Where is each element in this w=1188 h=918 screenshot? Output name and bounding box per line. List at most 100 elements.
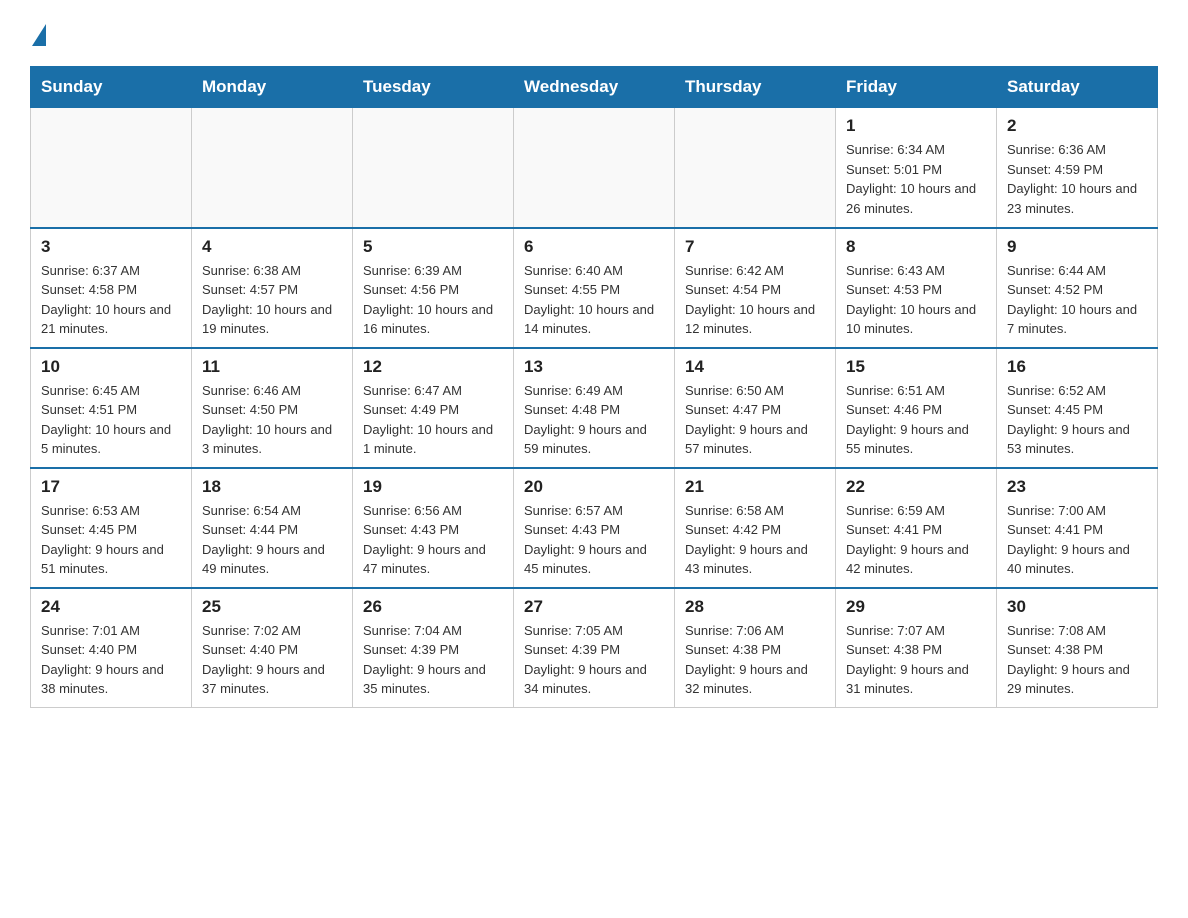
day-number: 15	[846, 357, 986, 377]
day-number: 7	[685, 237, 825, 257]
day-number: 22	[846, 477, 986, 497]
calendar-cell: 23 Sunrise: 7:00 AM Sunset: 4:41 PM Dayli…	[997, 468, 1158, 588]
day-info: Sunrise: 6:53 AM Sunset: 4:45 PM Dayligh…	[41, 501, 181, 579]
day-number: 18	[202, 477, 342, 497]
day-number: 12	[363, 357, 503, 377]
day-number: 11	[202, 357, 342, 377]
calendar-cell: 4 Sunrise: 6:38 AM Sunset: 4:57 PM Daylig…	[192, 228, 353, 348]
logo	[30, 20, 46, 46]
day-info: Sunrise: 6:34 AM Sunset: 5:01 PM Dayligh…	[846, 140, 986, 218]
day-number: 19	[363, 477, 503, 497]
day-number: 29	[846, 597, 986, 617]
calendar-cell: 5Sunrise: 6:39 AM Sunset: 4:56 PM Daylig…	[353, 228, 514, 348]
day-info: Sunrise: 6:46 AM Sunset: 4:50 PM Dayligh…	[202, 381, 342, 459]
calendar-cell	[514, 108, 675, 228]
day-number: 13	[524, 357, 664, 377]
calendar-cell: 30Sunrise: 7:08 AM Sunset: 4:38 PM Dayli…	[997, 588, 1158, 708]
day-info: Sunrise: 7:07 AM Sunset: 4:38 PM Dayligh…	[846, 621, 986, 699]
day-number: 28	[685, 597, 825, 617]
day-info: Sunrise: 6:59 AM Sunset: 4:41 PM Dayligh…	[846, 501, 986, 579]
calendar-cell: 1 Sunrise: 6:34 AM Sunset: 5:01 PM Daylig…	[836, 108, 997, 228]
day-number: 6	[524, 237, 664, 257]
day-info: Sunrise: 7:01 AM Sunset: 4:40 PM Dayligh…	[41, 621, 181, 699]
calendar-week-row: 3 Sunrise: 6:37 AM Sunset: 4:58 PM Daylig…	[31, 228, 1158, 348]
day-number: 24	[41, 597, 181, 617]
calendar-cell: 14 Sunrise: 6:50 AM Sunset: 4:47 PM Dayli…	[675, 348, 836, 468]
day-info: Sunrise: 6:52 AM Sunset: 4:45 PM Dayligh…	[1007, 381, 1147, 459]
calendar-header-friday: Friday	[836, 67, 997, 108]
day-number: 4	[202, 237, 342, 257]
day-number: 23	[1007, 477, 1147, 497]
calendar-cell: 13 Sunrise: 6:49 AM Sunset: 4:48 PM Dayli…	[514, 348, 675, 468]
day-info: Sunrise: 6:54 AM Sunset: 4:44 PM Dayligh…	[202, 501, 342, 579]
day-number: 20	[524, 477, 664, 497]
day-number: 10	[41, 357, 181, 377]
calendar-cell: 2Sunrise: 6:36 AM Sunset: 4:59 PM Daylig…	[997, 108, 1158, 228]
calendar-cell: 19 Sunrise: 6:56 AM Sunset: 4:43 PM Dayli…	[353, 468, 514, 588]
calendar-cell: 24 Sunrise: 7:01 AM Sunset: 4:40 PM Dayli…	[31, 588, 192, 708]
calendar-cell: 9Sunrise: 6:44 AM Sunset: 4:52 PM Daylig…	[997, 228, 1158, 348]
day-number: 27	[524, 597, 664, 617]
calendar-cell: 18 Sunrise: 6:54 AM Sunset: 4:44 PM Dayli…	[192, 468, 353, 588]
day-info: Sunrise: 7:00 AM Sunset: 4:41 PM Dayligh…	[1007, 501, 1147, 579]
day-number: 3	[41, 237, 181, 257]
calendar-cell: 17 Sunrise: 6:53 AM Sunset: 4:45 PM Dayli…	[31, 468, 192, 588]
calendar-cell: 10Sunrise: 6:45 AM Sunset: 4:51 PM Dayli…	[31, 348, 192, 468]
day-info: Sunrise: 6:38 AM Sunset: 4:57 PM Dayligh…	[202, 261, 342, 339]
calendar-cell: 25 Sunrise: 7:02 AM Sunset: 4:40 PM Dayli…	[192, 588, 353, 708]
day-number: 25	[202, 597, 342, 617]
day-info: Sunrise: 6:49 AM Sunset: 4:48 PM Dayligh…	[524, 381, 664, 459]
calendar-cell: 11 Sunrise: 6:46 AM Sunset: 4:50 PM Dayli…	[192, 348, 353, 468]
day-number: 1	[846, 116, 986, 136]
day-info: Sunrise: 7:05 AM Sunset: 4:39 PM Dayligh…	[524, 621, 664, 699]
calendar-cell: 12 Sunrise: 6:47 AM Sunset: 4:49 PM Dayli…	[353, 348, 514, 468]
calendar-table: SundayMondayTuesdayWednesdayThursdayFrid…	[30, 66, 1158, 708]
day-number: 14	[685, 357, 825, 377]
day-number: 16	[1007, 357, 1147, 377]
day-info: Sunrise: 7:02 AM Sunset: 4:40 PM Dayligh…	[202, 621, 342, 699]
calendar-cell: 22 Sunrise: 6:59 AM Sunset: 4:41 PM Dayli…	[836, 468, 997, 588]
calendar-cell: 8Sunrise: 6:43 AM Sunset: 4:53 PM Daylig…	[836, 228, 997, 348]
day-info: Sunrise: 6:40 AM Sunset: 4:55 PM Dayligh…	[524, 261, 664, 339]
calendar-week-row: 17 Sunrise: 6:53 AM Sunset: 4:45 PM Dayli…	[31, 468, 1158, 588]
day-info: Sunrise: 6:58 AM Sunset: 4:42 PM Dayligh…	[685, 501, 825, 579]
calendar-header-tuesday: Tuesday	[353, 67, 514, 108]
day-number: 21	[685, 477, 825, 497]
day-info: Sunrise: 7:06 AM Sunset: 4:38 PM Dayligh…	[685, 621, 825, 699]
day-number: 9	[1007, 237, 1147, 257]
day-info: Sunrise: 7:04 AM Sunset: 4:39 PM Dayligh…	[363, 621, 503, 699]
day-info: Sunrise: 6:47 AM Sunset: 4:49 PM Dayligh…	[363, 381, 503, 459]
day-info: Sunrise: 6:50 AM Sunset: 4:47 PM Dayligh…	[685, 381, 825, 459]
calendar-header-saturday: Saturday	[997, 67, 1158, 108]
calendar-cell: 7 Sunrise: 6:42 AM Sunset: 4:54 PM Daylig…	[675, 228, 836, 348]
calendar-week-row: 1 Sunrise: 6:34 AM Sunset: 5:01 PM Daylig…	[31, 108, 1158, 228]
calendar-cell: 15 Sunrise: 6:51 AM Sunset: 4:46 PM Dayli…	[836, 348, 997, 468]
day-number: 2	[1007, 116, 1147, 136]
calendar-week-row: 24 Sunrise: 7:01 AM Sunset: 4:40 PM Dayli…	[31, 588, 1158, 708]
calendar-cell: 27 Sunrise: 7:05 AM Sunset: 4:39 PM Dayli…	[514, 588, 675, 708]
calendar-header-row: SundayMondayTuesdayWednesdayThursdayFrid…	[31, 67, 1158, 108]
day-number: 17	[41, 477, 181, 497]
calendar-cell: 6 Sunrise: 6:40 AM Sunset: 4:55 PM Daylig…	[514, 228, 675, 348]
calendar-cell	[353, 108, 514, 228]
calendar-cell: 28 Sunrise: 7:06 AM Sunset: 4:38 PM Dayli…	[675, 588, 836, 708]
logo-triangle-icon	[32, 24, 46, 46]
day-info: Sunrise: 6:39 AM Sunset: 4:56 PM Dayligh…	[363, 261, 503, 339]
day-number: 26	[363, 597, 503, 617]
calendar-cell	[192, 108, 353, 228]
day-info: Sunrise: 6:37 AM Sunset: 4:58 PM Dayligh…	[41, 261, 181, 339]
calendar-cell: 16 Sunrise: 6:52 AM Sunset: 4:45 PM Dayli…	[997, 348, 1158, 468]
day-info: Sunrise: 6:57 AM Sunset: 4:43 PM Dayligh…	[524, 501, 664, 579]
calendar-cell	[675, 108, 836, 228]
calendar-header-thursday: Thursday	[675, 67, 836, 108]
day-number: 8	[846, 237, 986, 257]
day-info: Sunrise: 6:56 AM Sunset: 4:43 PM Dayligh…	[363, 501, 503, 579]
calendar-week-row: 10Sunrise: 6:45 AM Sunset: 4:51 PM Dayli…	[31, 348, 1158, 468]
day-info: Sunrise: 6:42 AM Sunset: 4:54 PM Dayligh…	[685, 261, 825, 339]
header	[30, 20, 1158, 46]
calendar-cell	[31, 108, 192, 228]
calendar-cell: 26 Sunrise: 7:04 AM Sunset: 4:39 PM Dayli…	[353, 588, 514, 708]
calendar-cell: 3 Sunrise: 6:37 AM Sunset: 4:58 PM Daylig…	[31, 228, 192, 348]
day-info: Sunrise: 6:51 AM Sunset: 4:46 PM Dayligh…	[846, 381, 986, 459]
calendar-cell: 21 Sunrise: 6:58 AM Sunset: 4:42 PM Dayli…	[675, 468, 836, 588]
